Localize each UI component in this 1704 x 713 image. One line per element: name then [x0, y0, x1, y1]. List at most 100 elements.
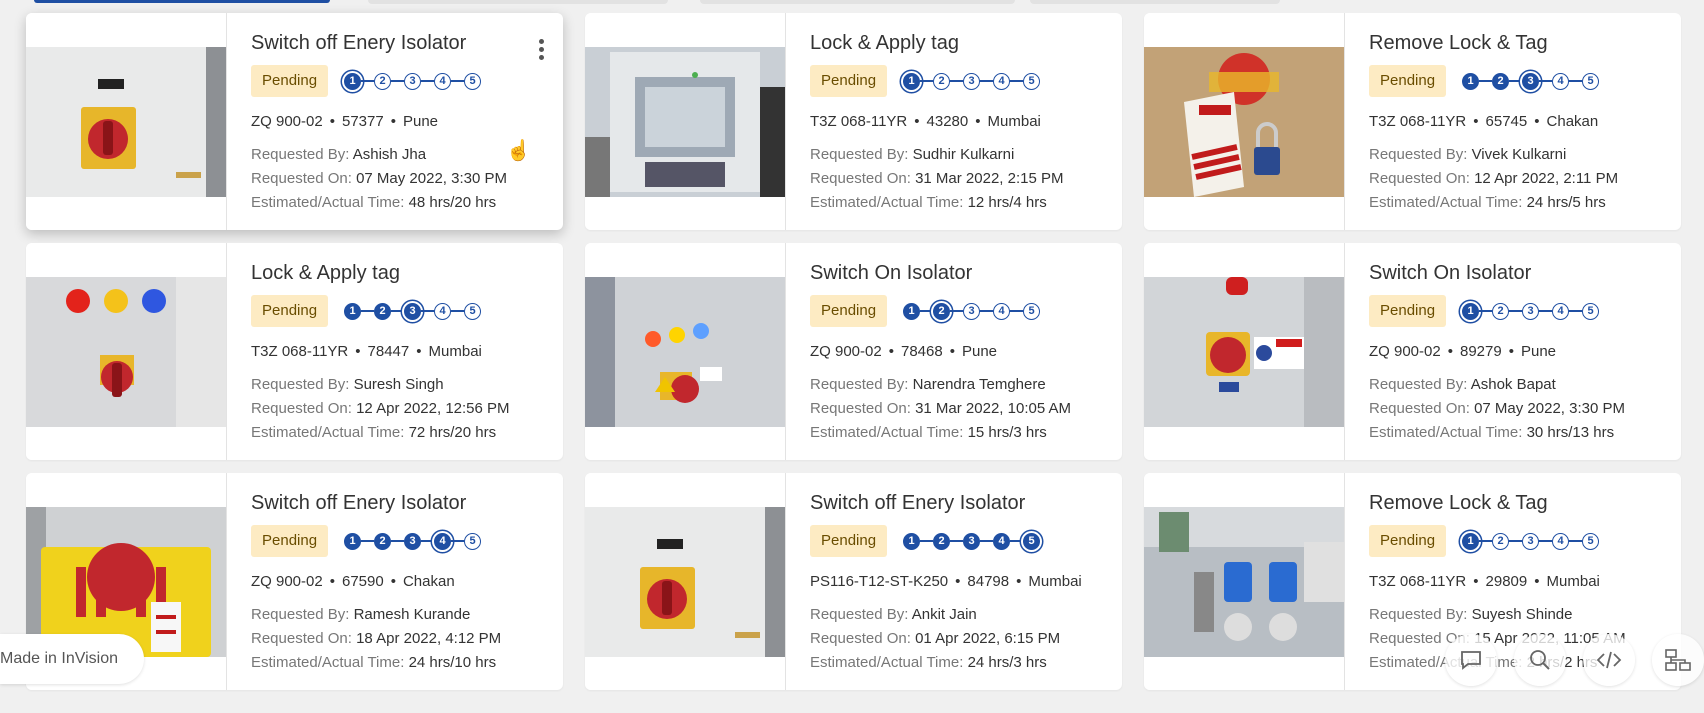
separator-dot: • — [390, 573, 396, 590]
request-details: Requested By: Ramesh Kurande Requested O… — [251, 603, 549, 675]
step-indicator: 2 — [933, 302, 951, 320]
card-title[interactable]: Lock & Apply tag — [251, 261, 549, 285]
card-title[interactable]: Switch On Isolator — [810, 261, 1108, 285]
card-title[interactable]: Switch On Isolator — [1369, 261, 1667, 285]
card-thumbnail[interactable] — [26, 243, 227, 460]
equipment-code: ZQ 900-02 — [251, 573, 323, 590]
step-connector — [1010, 80, 1024, 82]
sitemap-icon[interactable] — [1652, 634, 1704, 686]
request-card[interactable]: Switch off Enery Isolator Pending 12345 … — [26, 13, 563, 230]
step-indicator: 3 — [963, 72, 981, 90]
separator-dot: • — [949, 343, 955, 360]
card-thumbnail[interactable] — [1144, 13, 1345, 230]
status-row: Pending 12345 — [810, 525, 1108, 557]
status-badge: Pending — [251, 525, 329, 557]
request-details: Requested By: Vivek Kulkarni Requested O… — [1369, 143, 1667, 215]
step-connector — [1539, 80, 1553, 82]
requested-on-value: 12 Apr 2022, 12:56 PM — [356, 400, 510, 417]
top-card-edge — [34, 0, 330, 3]
code-icon[interactable] — [1583, 634, 1635, 686]
separator-dot: • — [1534, 113, 1540, 130]
card-info: Switch off Enery Isolator Pending 12345 … — [251, 491, 549, 675]
estimated-time-value: 12 hrs/4 hrs — [967, 194, 1047, 211]
estimated-time-value: 24 hrs/3 hrs — [967, 654, 1047, 671]
card-title[interactable]: Switch off Enery Isolator — [810, 491, 1108, 515]
estimated-time-row: Estimated/Actual Time: 12 hrs/4 hrs — [810, 191, 1108, 215]
request-card[interactable]: Switch On Isolator Pending 12345 ZQ 900-… — [585, 243, 1122, 460]
request-card[interactable]: Remove Lock & Tag Pending 12345 T3Z 068-… — [1144, 13, 1681, 230]
step-indicator: 3 — [404, 302, 422, 320]
step-indicator: 4 — [1552, 302, 1570, 320]
card-thumbnail[interactable] — [585, 243, 786, 460]
step-indicator: 3 — [1522, 302, 1540, 320]
status-row: Pending 12345 — [251, 65, 549, 97]
step-indicator: 3 — [963, 532, 981, 550]
equipment-code: T3Z 068-11YR — [810, 113, 908, 130]
estimated-time-row: Estimated/Actual Time: 48 hrs/20 hrs — [251, 191, 549, 215]
request-details: Requested By: Ashok Bapat Requested On: … — [1369, 373, 1667, 445]
card-title[interactable]: Switch off Enery Isolator — [251, 31, 549, 55]
step-connector — [361, 310, 375, 312]
card-thumbnail[interactable] — [585, 473, 786, 690]
estimated-time-label: Estimated/Actual Time: — [810, 654, 968, 671]
more-options-icon[interactable] — [539, 39, 545, 60]
card-title[interactable]: Switch off Enery Isolator — [251, 491, 549, 515]
card-info: Lock & Apply tag Pending 12345 T3Z 068-1… — [810, 31, 1108, 215]
separator-dot: • — [1534, 573, 1540, 590]
step-connector — [1569, 80, 1583, 82]
card-info: Switch On Isolator Pending 12345 ZQ 900-… — [810, 261, 1108, 445]
card-thumbnail[interactable] — [1144, 473, 1345, 690]
requested-by-row: Requested By: Ramesh Kurande — [251, 603, 549, 627]
step-connector — [421, 540, 435, 542]
request-card[interactable]: Lock & Apply tag Pending 12345 T3Z 068-1… — [585, 13, 1122, 230]
card-title[interactable]: Remove Lock & Tag — [1369, 31, 1667, 55]
equipment-code: T3Z 068-11YR — [1369, 113, 1467, 130]
step-indicator: 1 — [1462, 72, 1480, 90]
step-connector — [451, 310, 465, 312]
equipment-photo — [1144, 46, 1344, 197]
request-card[interactable]: Lock & Apply tag Pending 12345 T3Z 068-1… — [26, 243, 563, 460]
equipment-meta: T3Z 068-11YR • 78447 • Mumbai — [251, 343, 549, 363]
location: Pune — [402, 113, 439, 130]
card-thumbnail[interactable] — [1144, 243, 1345, 460]
requested-on-value: 07 May 2022, 3:30 PM — [1474, 400, 1626, 417]
step-connector — [361, 80, 375, 82]
requested-by-value: Ashish Jha — [352, 146, 427, 163]
status-row: Pending 12345 — [1369, 65, 1667, 97]
request-card[interactable]: Switch off Enery Isolator Pending 12345 … — [585, 473, 1122, 690]
card-thumbnail[interactable] — [26, 13, 227, 230]
comment-icon[interactable] — [1445, 634, 1497, 686]
request-id: 78468 — [900, 343, 943, 360]
estimated-time-label: Estimated/Actual Time: — [1369, 194, 1527, 211]
step-indicator: 3 — [963, 302, 981, 320]
card-title[interactable]: Remove Lock & Tag — [1369, 491, 1667, 515]
status-badge: Pending — [810, 525, 888, 557]
requested-on-value: 31 Mar 2022, 2:15 PM — [915, 170, 1064, 187]
requested-on-label: Requested On: — [1369, 170, 1475, 187]
card-title[interactable]: Lock & Apply tag — [810, 31, 1108, 55]
search-icon[interactable] — [1514, 634, 1566, 686]
status-badge: Pending — [1369, 65, 1447, 97]
step-indicator: 4 — [434, 72, 452, 90]
equipment-meta: ZQ 900-02 • 78468 • Pune — [810, 343, 1108, 363]
requested-on-label: Requested On: — [810, 630, 916, 647]
requested-on-label: Requested On: — [810, 170, 916, 187]
step-indicator: 2 — [374, 302, 392, 320]
status-badge: Pending — [1369, 295, 1447, 327]
step-connector — [950, 540, 964, 542]
estimated-time-value: 30 hrs/13 hrs — [1526, 424, 1615, 441]
request-card[interactable]: Switch On Isolator Pending 12345 ZQ 900-… — [1144, 243, 1681, 460]
estimated-time-label: Estimated/Actual Time: — [810, 194, 968, 211]
equipment-meta: PS116-T12-ST-K250 • 84798 • Mumbai — [810, 573, 1108, 593]
requested-on-label: Requested On: — [810, 400, 916, 417]
step-indicator: 5 — [464, 72, 482, 90]
equipment-photo — [585, 506, 785, 657]
requested-on-label: Requested On: — [251, 400, 357, 417]
status-row: Pending 12345 — [1369, 525, 1667, 557]
location: Mumbai — [1028, 573, 1082, 590]
status-badge: Pending — [810, 295, 888, 327]
card-thumbnail[interactable] — [585, 13, 786, 230]
made-in-invision-badge[interactable]: Made in InVision — [0, 634, 144, 684]
location: Pune — [1520, 343, 1557, 360]
progress-stepper: 12345 — [903, 72, 1041, 90]
